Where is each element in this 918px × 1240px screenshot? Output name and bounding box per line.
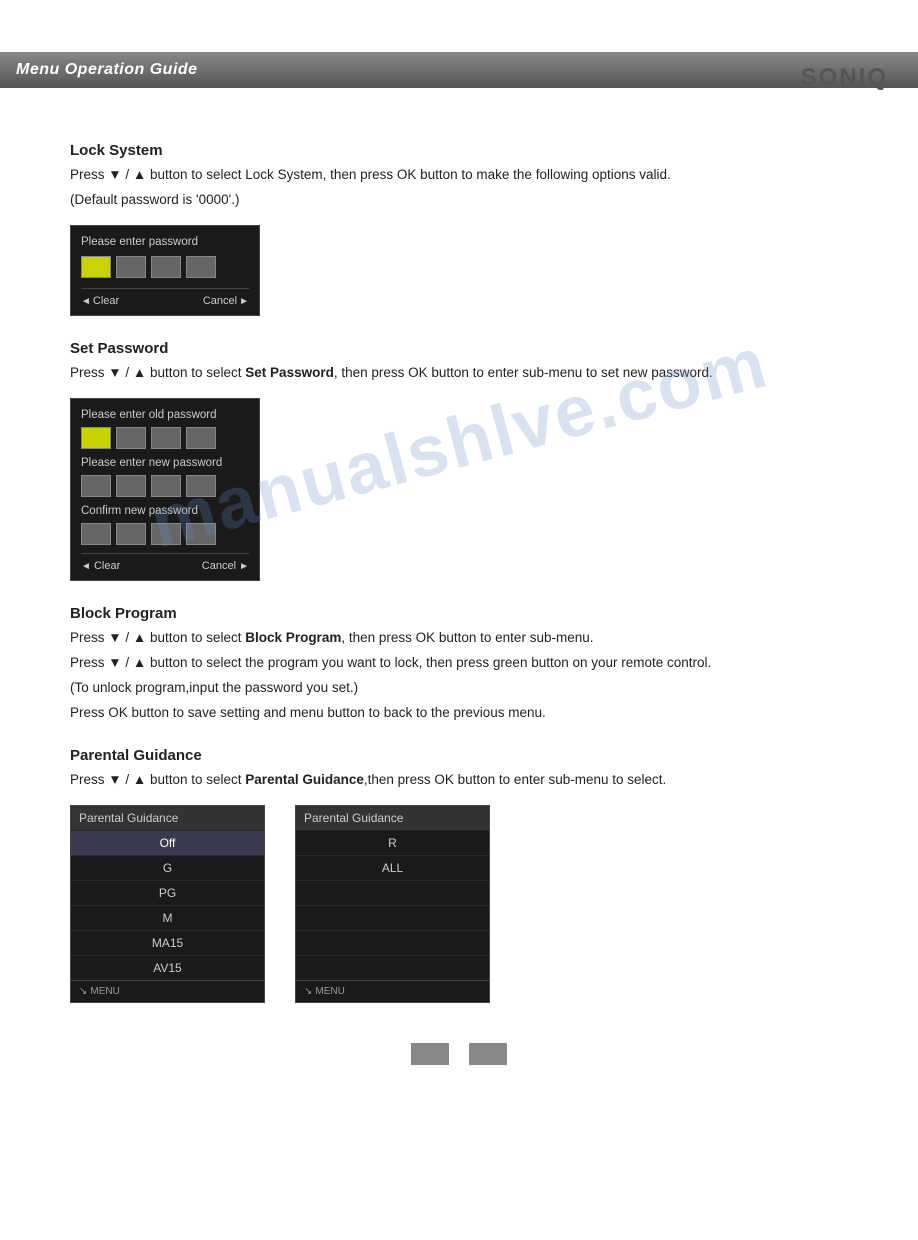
pg-table-2-footer: ↘ MENU xyxy=(296,980,489,1002)
new-password-label: Please enter new password xyxy=(81,457,249,469)
set-pwd-cancel-button[interactable]: Cancel xyxy=(202,560,249,572)
left-arrow-icon xyxy=(81,560,91,572)
right-arrow-icon xyxy=(239,295,249,307)
set-pwd-clear-button[interactable]: Clear xyxy=(81,560,120,572)
old-pwd-box-4 xyxy=(186,427,216,449)
header-bar: Menu Operation Guide xyxy=(0,52,918,88)
set-password-section: Set Password Press ▼ / ▲ button to selec… xyxy=(70,340,848,581)
pwd-box-3 xyxy=(151,256,181,278)
menu-icon-1: ↘ xyxy=(79,986,87,997)
set-password-dialog: Please enter old password Please enter n… xyxy=(70,398,260,581)
pg-table-1: Parental Guidance Off G PG M MA15 AV15 ↘… xyxy=(70,805,265,1003)
cancel-label: Cancel xyxy=(203,295,237,307)
lock-system-dialog-label: Please enter password xyxy=(81,236,249,248)
pg-row-g[interactable]: G xyxy=(71,855,264,880)
brand-logo: SONIQ xyxy=(801,64,888,92)
confirm-pwd-box-1 xyxy=(81,523,111,545)
confirm-pwd-box-3 xyxy=(151,523,181,545)
logo-text: SONIQ xyxy=(801,64,888,91)
confirm-password-label: Confirm new password xyxy=(81,505,249,517)
cancel-button[interactable]: Cancel xyxy=(203,295,249,307)
block-program-desc1: Press ▼ / ▲ button to select Block Progr… xyxy=(70,628,848,649)
new-pwd-box-4 xyxy=(186,475,216,497)
new-password-boxes xyxy=(81,475,249,497)
confirm-pwd-box-4 xyxy=(186,523,216,545)
block-program-title: Block Program xyxy=(70,605,848,622)
block-program-desc4: Press OK button to save setting and menu… xyxy=(70,703,848,724)
pg-table-1-header: Parental Guidance xyxy=(71,806,264,830)
pg-row-ma15[interactable]: MA15 xyxy=(71,930,264,955)
lock-system-dialog: Please enter password Clear Cancel xyxy=(70,225,260,316)
menu-label-1: MENU xyxy=(90,986,119,997)
pwd-box-2 xyxy=(116,256,146,278)
old-password-label: Please enter old password xyxy=(81,409,249,421)
old-password-boxes xyxy=(81,427,249,449)
pg-table-2-header: Parental Guidance xyxy=(296,806,489,830)
pg-table-2: Parental Guidance R ALL ↘ MENU xyxy=(295,805,490,1003)
lock-system-title: Lock System xyxy=(70,142,848,159)
cancel-label: Cancel xyxy=(202,560,236,572)
pg-row-m[interactable]: M xyxy=(71,905,264,930)
pg-row-pg[interactable]: PG xyxy=(71,880,264,905)
set-password-title: Set Password xyxy=(70,340,848,357)
set-password-desc: Press ▼ / ▲ button to select Set Passwor… xyxy=(70,363,848,384)
parental-guidance-title: Parental Guidance xyxy=(70,747,848,764)
pg-table-1-footer: ↘ MENU xyxy=(71,980,264,1002)
pg-row-empty-2 xyxy=(296,905,489,930)
confirm-password-boxes xyxy=(81,523,249,545)
block-program-desc3: (To unlock program,input the password yo… xyxy=(70,678,848,699)
clear-button[interactable]: Clear xyxy=(81,295,119,307)
old-pwd-box-2 xyxy=(116,427,146,449)
pg-row-r[interactable]: R xyxy=(296,830,489,855)
left-arrow-icon xyxy=(81,295,91,307)
new-pwd-box-3 xyxy=(151,475,181,497)
clear-label: Clear xyxy=(94,560,120,572)
pg-row-all[interactable]: ALL xyxy=(296,855,489,880)
menu-icon-2: ↘ xyxy=(304,986,312,997)
menu-label-2: MENU xyxy=(315,986,344,997)
content-area: Lock System Press ▼ / ▲ button to select… xyxy=(0,88,918,1125)
block-program-section: Block Program Press ▼ / ▲ button to sele… xyxy=(70,605,848,724)
parental-guidance-desc: Press ▼ / ▲ button to select Parental Gu… xyxy=(70,770,848,791)
set-password-dialog-footer: Clear Cancel xyxy=(81,553,249,572)
old-pwd-box-1 xyxy=(81,427,111,449)
new-pwd-box-1 xyxy=(81,475,111,497)
page-numbers xyxy=(70,1043,848,1085)
pwd-box-4 xyxy=(186,256,216,278)
lock-system-dialog-footer: Clear Cancel xyxy=(81,288,249,307)
pg-row-av15[interactable]: AV15 xyxy=(71,955,264,980)
lock-system-desc2: (Default password is '0000'.) xyxy=(70,190,848,211)
new-pwd-box-2 xyxy=(116,475,146,497)
pg-row-empty-1 xyxy=(296,880,489,905)
parental-guidance-section: Parental Guidance Press ▼ / ▲ button to … xyxy=(70,747,848,1003)
lock-system-section: Lock System Press ▼ / ▲ button to select… xyxy=(70,142,848,316)
pwd-box-1 xyxy=(81,256,111,278)
pg-row-empty-3 xyxy=(296,930,489,955)
old-pwd-box-3 xyxy=(151,427,181,449)
pg-tables-container: Parental Guidance Off G PG M MA15 AV15 ↘… xyxy=(70,805,848,1003)
page-num-right xyxy=(469,1043,507,1065)
right-arrow-icon xyxy=(239,560,249,572)
page-num-left xyxy=(411,1043,449,1065)
block-program-desc2: Press ▼ / ▲ button to select the program… xyxy=(70,653,848,674)
confirm-pwd-box-2 xyxy=(116,523,146,545)
lock-system-password-boxes xyxy=(81,256,249,278)
page-title: Menu Operation Guide xyxy=(16,61,198,79)
clear-label: Clear xyxy=(93,295,119,307)
pg-row-empty-4 xyxy=(296,955,489,980)
lock-system-desc1: Press ▼ / ▲ button to select Lock System… xyxy=(70,165,848,186)
pg-row-off[interactable]: Off xyxy=(71,830,264,855)
